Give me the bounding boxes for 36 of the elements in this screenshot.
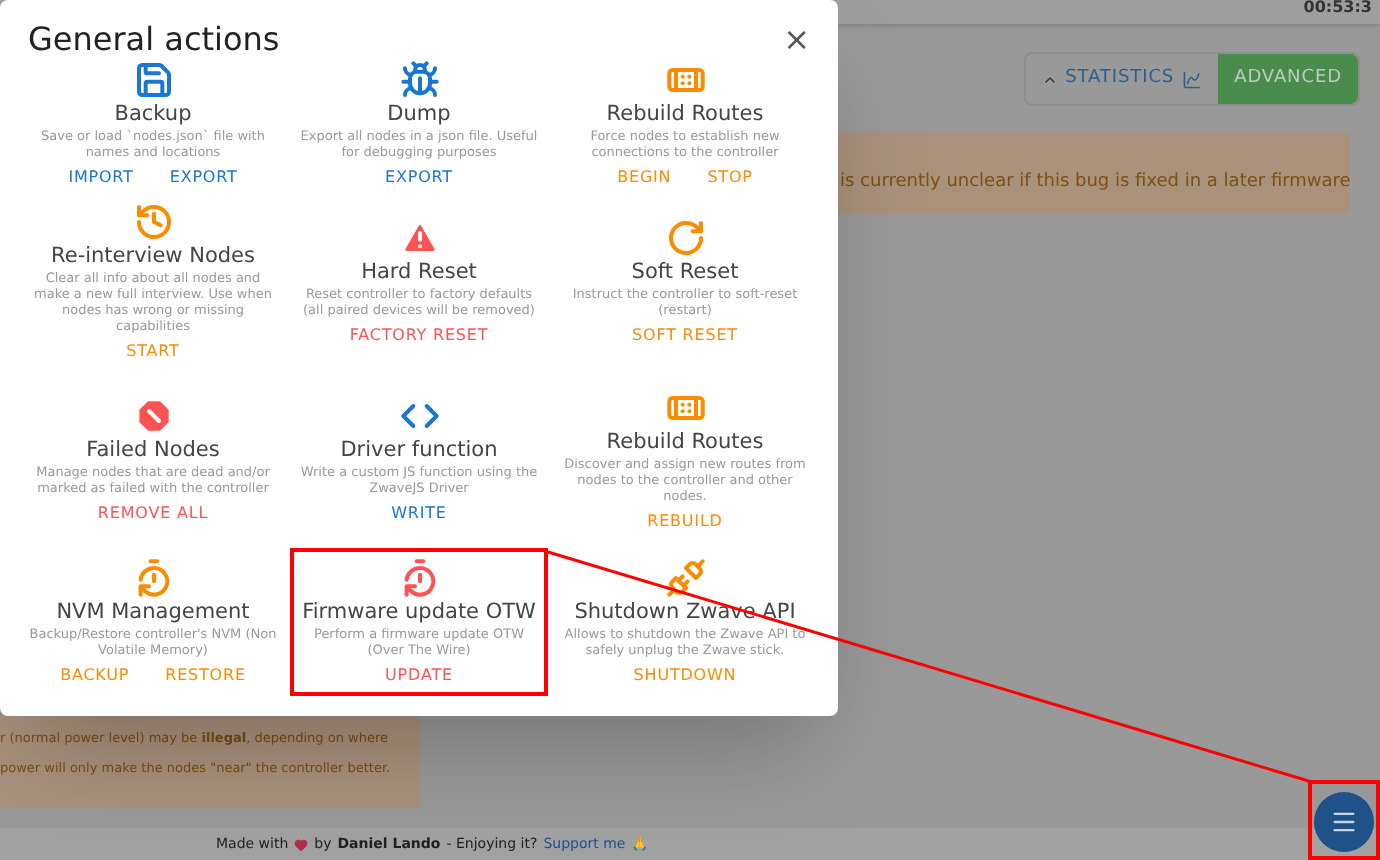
action-button[interactable]: SOFT RESET xyxy=(632,326,738,346)
action-title: Hard Reset xyxy=(361,258,477,286)
action-button[interactable]: FACTORY RESET xyxy=(349,326,489,346)
heart-icon xyxy=(294,837,309,851)
action-button[interactable]: BEGIN xyxy=(617,168,672,188)
action-button[interactable]: REBUILD xyxy=(647,512,723,532)
menu-icon xyxy=(1330,808,1358,836)
action-button[interactable]: REMOVE ALL xyxy=(97,504,209,524)
action-title: Firmware update OTW xyxy=(302,598,536,626)
alert-text: is currently unclear if this bug is fixed in a later firmware xyxy=(840,172,1351,192)
action-button[interactable]: STOP xyxy=(707,168,753,188)
action-button[interactable]: RESTORE xyxy=(165,666,246,686)
statistics-button[interactable]: STATISTICS xyxy=(1025,54,1219,104)
action-title: Driver function xyxy=(340,436,498,464)
action-title: Dump xyxy=(387,100,451,128)
action-title: Re-interview Nodes xyxy=(51,242,255,270)
action-button[interactable]: EXPORT xyxy=(385,168,453,188)
action-title: Backup xyxy=(114,100,192,128)
action-button[interactable]: START xyxy=(126,342,180,362)
chart-icon xyxy=(1182,69,1203,89)
action-title: Rebuild Routes xyxy=(606,428,764,456)
action-title: Soft Reset xyxy=(631,258,739,286)
action-title: Failed Nodes xyxy=(86,436,220,464)
clock-text: 00:53:3 xyxy=(1303,0,1372,16)
action-button[interactable]: SHUTDOWN xyxy=(633,666,737,686)
action-title: Rebuild Routes xyxy=(606,100,764,128)
advanced-button[interactable]: ADVANCED xyxy=(1218,54,1358,104)
action-button[interactable]: UPDATE xyxy=(385,666,453,686)
action-title: NVM Management xyxy=(56,598,250,626)
action-button[interactable]: BACKUP xyxy=(60,666,130,686)
menu-fab[interactable] xyxy=(1314,792,1374,852)
action-button[interactable]: IMPORT xyxy=(68,168,134,188)
dialog-title: General actions xyxy=(28,17,280,61)
action-button[interactable]: WRITE xyxy=(391,504,447,524)
action-button[interactable]: EXPORT xyxy=(169,168,238,188)
close-button[interactable]: × xyxy=(783,23,810,55)
